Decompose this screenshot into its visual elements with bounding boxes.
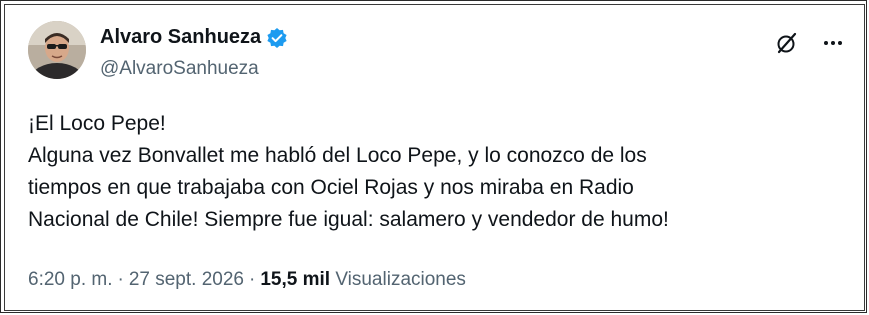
- screenshot-frame: Alvaro Sanhueza @AlvaroSanhueza ¡El Loco…: [0, 0, 867, 313]
- views-label: Visualizaciones: [335, 269, 466, 290]
- tweet-time[interactable]: 6:20 p. m.: [28, 269, 113, 290]
- tweet-date[interactable]: 27 sept. 2026: [129, 269, 244, 290]
- tweet-line: ¡El Loco Pepe!: [28, 112, 166, 135]
- tweet-line: Alguna vez Bonvallet me habló del Loco P…: [28, 144, 647, 167]
- author-handle[interactable]: @AlvaroSanhueza: [100, 58, 259, 80]
- avatar[interactable]: [28, 21, 86, 79]
- tweet-text: ¡El Loco Pepe! Alguna vez Bonvallet me h…: [28, 108, 848, 236]
- tweet-actions: [774, 30, 846, 56]
- more-icon[interactable]: [820, 30, 846, 56]
- tweet-line: Nacional de Chile! Siempre fue igual: sa…: [28, 208, 669, 231]
- tweet-card: Alvaro Sanhueza @AlvaroSanhueza ¡El Loco…: [4, 4, 865, 311]
- author-name[interactable]: Alvaro Sanhueza: [100, 26, 288, 49]
- views-count[interactable]: 15,5 mil: [260, 269, 330, 290]
- verified-badge-icon: [266, 27, 288, 49]
- tweet-line: tiempos en que trabajaba con Ociel Rojas…: [28, 176, 634, 199]
- author-name-text: Alvaro Sanhueza: [100, 26, 262, 48]
- grok-icon[interactable]: [774, 30, 800, 56]
- meta-separator: ·: [117, 269, 124, 290]
- avatar-image: [28, 21, 86, 79]
- meta-separator: ·: [248, 269, 256, 290]
- tweet-meta: 6:20 p. m. · 27 sept. 2026 · 15,5 mil Visual…: [28, 269, 466, 291]
